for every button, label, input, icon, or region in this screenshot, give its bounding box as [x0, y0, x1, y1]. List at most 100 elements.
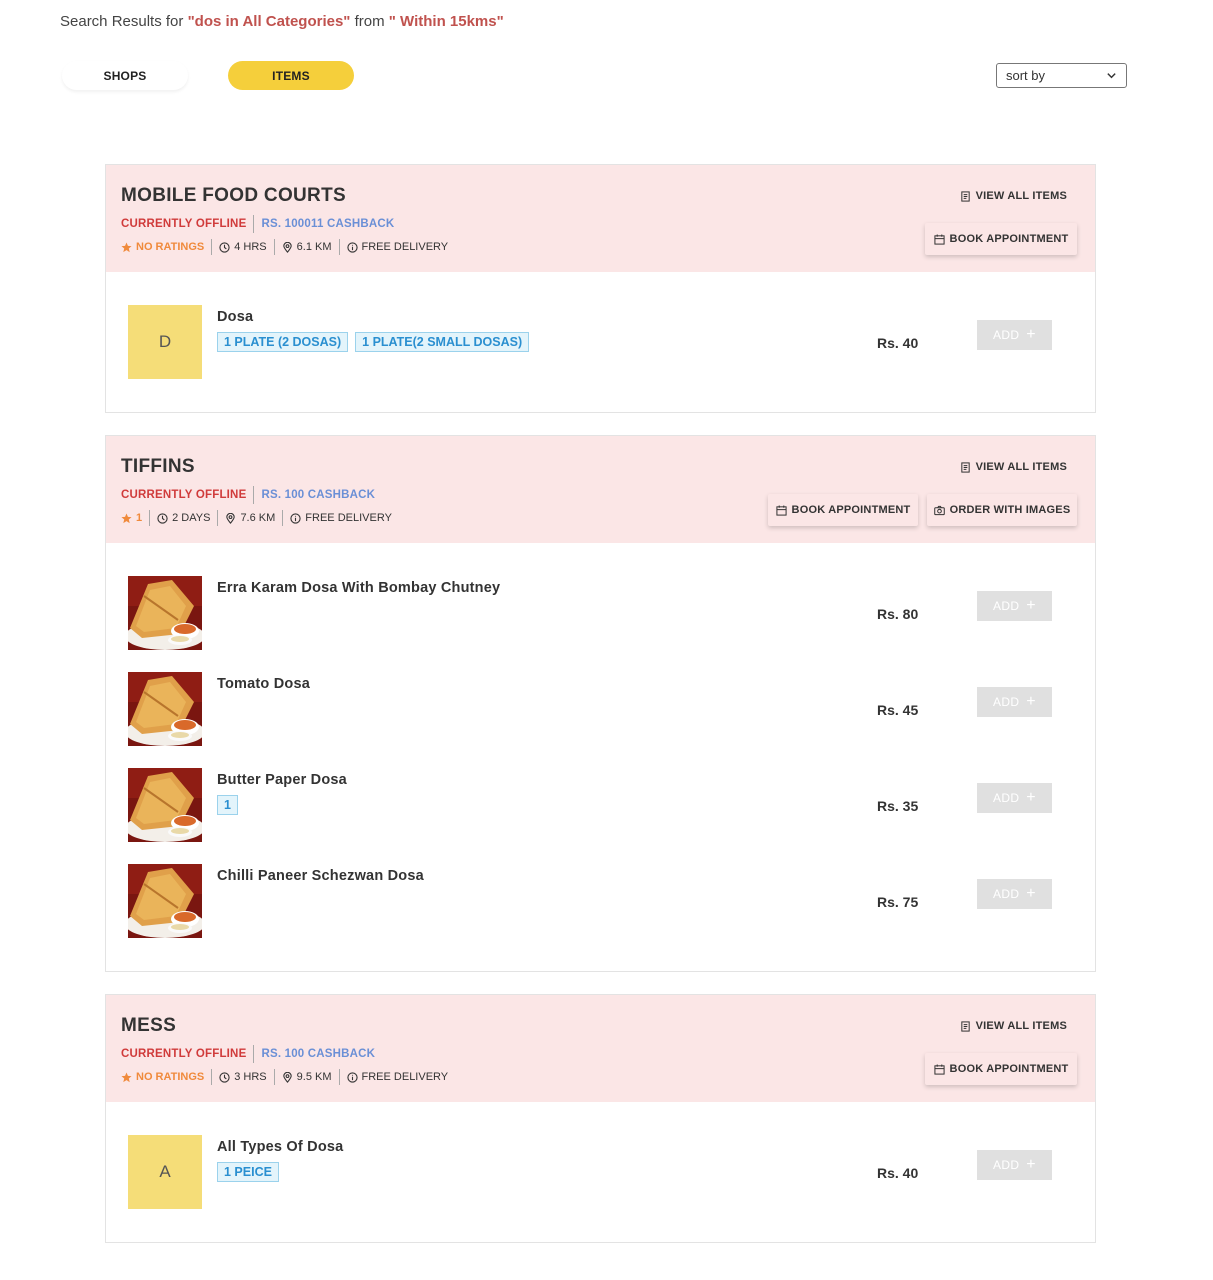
view-all-label: VIEW ALL ITEMS: [975, 190, 1067, 202]
shop-header: MESS CURRENTLY OFFLINE RS. 100 CASHBACK …: [106, 995, 1095, 1102]
divider: [253, 1045, 255, 1063]
divider: [338, 239, 340, 255]
item-variants: 1 PEICE: [217, 1162, 279, 1182]
time-value: 2 DAYS: [172, 512, 211, 524]
item-thumbnail: D: [128, 305, 202, 379]
item-price: Rs. 40: [877, 335, 919, 351]
view-all-items-link[interactable]: VIEW ALL ITEMS: [960, 461, 1067, 473]
tab-shops[interactable]: SHOPS: [62, 61, 188, 90]
add-label: ADD: [993, 791, 1020, 805]
shop-name[interactable]: TIFFINS: [121, 456, 195, 478]
chevron-down-icon: [1107, 73, 1116, 79]
divider: [211, 1069, 213, 1085]
distance: 7.6 KM: [225, 512, 275, 524]
view-all-items-link[interactable]: VIEW ALL ITEMS: [960, 190, 1067, 202]
item-row: Chilli Paneer Schezwan Dosa Rs. 75 ADD +: [128, 864, 1058, 938]
time-value: 4 HRS: [234, 241, 267, 253]
dosa-photo: [128, 864, 202, 938]
book-appointment-label: BOOK APPOINTMENT: [949, 233, 1069, 245]
info-icon: [346, 241, 358, 253]
search-range: " Within 15kms": [388, 13, 504, 30]
delivery: FREE DELIVERY: [346, 241, 449, 253]
shop-header: MOBILE FOOD COURTS CURRENTLY OFFLINE RS.…: [106, 165, 1095, 272]
tab-items[interactable]: ITEMS: [228, 61, 354, 90]
add-to-cart-button[interactable]: ADD +: [977, 687, 1052, 717]
item-row: D Dosa 1 PLATE (2 DOSAS) 1 PLATE(2 SMALL…: [128, 305, 1058, 379]
dosa-photo: [128, 672, 202, 746]
divider: [282, 510, 284, 526]
variant-chip[interactable]: 1 PLATE(2 SMALL DOSAS): [355, 332, 530, 352]
sort-select[interactable]: sort by: [996, 63, 1127, 88]
clock-icon: [219, 1071, 230, 1083]
delivery: FREE DELIVERY: [290, 512, 392, 524]
divider: [273, 1069, 275, 1085]
document-icon: [960, 461, 970, 473]
shop-name[interactable]: MESS: [121, 1015, 176, 1037]
item-row: Tomato Dosa Rs. 45 ADD +: [128, 672, 1058, 746]
shop-header: TIFFINS CURRENTLY OFFLINE RS. 100 CASHBA…: [106, 436, 1095, 543]
shop-status-row: CURRENTLY OFFLINE RS. 100011 CASHBACK: [121, 215, 394, 233]
item-price: Rs. 35: [877, 798, 919, 814]
offline-status: CURRENTLY OFFLINE: [121, 489, 247, 501]
search-middle: from: [350, 13, 389, 30]
shop-status-row: CURRENTLY OFFLINE RS. 100 CASHBACK: [121, 486, 375, 504]
document-icon: [960, 190, 970, 202]
document-icon: [960, 1020, 970, 1032]
delivery: FREE DELIVERY: [346, 1071, 448, 1083]
distance: 9.5 KM: [282, 1071, 332, 1083]
shop-name[interactable]: MOBILE FOOD COURTS: [121, 185, 346, 207]
item-row: A All Types Of Dosa 1 PEICE Rs. 40 ADD +: [128, 1135, 1058, 1209]
add-to-cart-button[interactable]: ADD +: [977, 320, 1052, 350]
add-label: ADD: [993, 599, 1020, 613]
add-to-cart-button[interactable]: ADD +: [977, 591, 1052, 621]
time-value: 3 HRS: [234, 1071, 267, 1083]
distance-value: 6.1 KM: [296, 241, 332, 253]
offline-status: CURRENTLY OFFLINE: [121, 1048, 247, 1060]
item-name: Erra Karam Dosa With Bombay Chutney: [217, 580, 501, 596]
camera-icon: [933, 505, 945, 515]
variant-chip[interactable]: 1 PEICE: [217, 1162, 279, 1182]
item-price: Rs. 40: [877, 1165, 919, 1181]
add-label: ADD: [993, 695, 1020, 709]
plus-icon: +: [1026, 885, 1036, 902]
location-pin-icon: [226, 512, 236, 524]
offline-status: CURRENTLY OFFLINE: [121, 218, 247, 230]
shop-meta-row: 1 2 DAYS 7.6 KM FREE DELIVERY: [121, 510, 392, 526]
item-variants: 1 PLATE (2 DOSAS) 1 PLATE(2 SMALL DOSAS): [217, 332, 530, 352]
delivery-value: FREE DELIVERY: [361, 241, 449, 253]
item-variants: 1: [217, 795, 238, 815]
divider: [273, 239, 275, 255]
search-query: "dos in All Categories": [187, 13, 351, 30]
divider: [217, 510, 219, 526]
rating-value: 1: [136, 512, 143, 524]
add-to-cart-button[interactable]: ADD +: [977, 783, 1052, 813]
view-all-items-link[interactable]: VIEW ALL ITEMS: [960, 1020, 1067, 1032]
delivery-value: FREE DELIVERY: [305, 512, 392, 524]
view-all-label: VIEW ALL ITEMS: [975, 1020, 1067, 1032]
add-to-cart-button[interactable]: ADD +: [977, 879, 1052, 909]
book-appointment-label: BOOK APPOINTMENT: [949, 1063, 1069, 1075]
book-appointment-button[interactable]: BOOK APPOINTMENT: [925, 223, 1077, 255]
clock-icon: [157, 512, 168, 524]
item-price: Rs. 80: [877, 606, 919, 622]
shop-status-row: CURRENTLY OFFLINE RS. 100 CASHBACK: [121, 1045, 375, 1063]
rating: NO RATINGS: [121, 241, 204, 253]
plus-icon: +: [1026, 326, 1036, 343]
book-appointment-button[interactable]: BOOK APPOINTMENT: [768, 494, 918, 526]
variant-chip[interactable]: 1: [217, 795, 238, 815]
search-summary: Search Results for "dos in All Categorie…: [60, 13, 504, 30]
distance: 6.1 KM: [282, 241, 332, 253]
book-appointment-button[interactable]: BOOK APPOINTMENT: [925, 1053, 1077, 1085]
add-to-cart-button[interactable]: ADD +: [977, 1150, 1052, 1180]
calendar-icon: [933, 233, 945, 245]
item-name: Butter Paper Dosa: [217, 772, 347, 788]
star-icon: [121, 513, 132, 523]
divider: [149, 510, 151, 526]
variant-chip[interactable]: 1 PLATE (2 DOSAS): [217, 332, 349, 352]
item-price: Rs. 75: [877, 894, 919, 910]
info-icon: [346, 1071, 358, 1083]
item-name: Dosa: [217, 309, 254, 325]
location-pin-icon: [282, 1071, 292, 1083]
order-with-images-button[interactable]: ORDER WITH IMAGES: [927, 494, 1077, 526]
time: 2 DAYS: [157, 512, 210, 524]
